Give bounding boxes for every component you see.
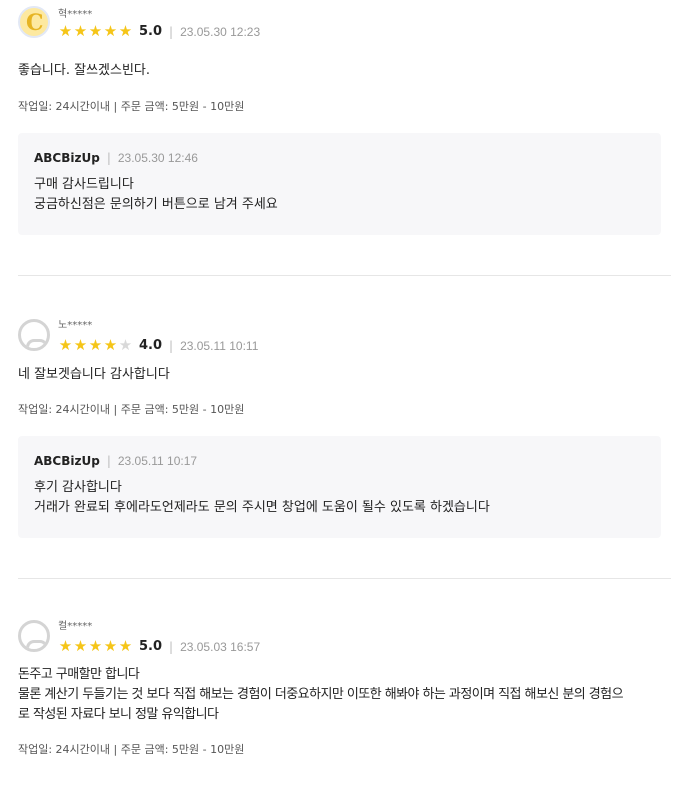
avatar: C [18, 6, 50, 38]
star-icon: ★ [58, 637, 73, 655]
reply-date: 23.05.11 10:17 [117, 454, 198, 468]
star-rating: ★ ★ ★ ★ ★ [58, 639, 133, 654]
star-icon: ★ [73, 637, 88, 655]
rating-score: 4.0 [139, 338, 163, 353]
review-text: 네 잘보겟습니다 감사합니다 [18, 365, 661, 385]
star-icon: ★ [103, 637, 118, 655]
review-text-line: 돈주고 구매할만 합니다 [18, 667, 140, 682]
reviewer-name: 혁***** [58, 9, 93, 20]
reply-author: ABCBizUp [34, 151, 100, 165]
star-icon: ★ [73, 336, 88, 354]
review-date: 23.05.30 12:23 [180, 24, 261, 39]
rating-row: ★ ★ ★ ★ ★ 5.0 | 23.05.03 16:57 [58, 639, 261, 655]
review-card: C 혁***** ★ ★ ★ ★ ★ 5.0 | 23.05.30 12:23 … [0, 0, 679, 235]
reply-header: ABCBizUp | 23.05.30 12:46 [34, 151, 645, 165]
reviewer-name: 컬***** [58, 621, 93, 632]
star-rating: ★ ★ ★ ★ ★ [58, 338, 133, 353]
reply-date: 23.05.30 12:46 [117, 151, 198, 165]
star-icon: ★ [118, 22, 133, 40]
reply-text-line: 후기 감사합니다 [34, 480, 122, 495]
review-card: 컬***** ★ ★ ★ ★ ★ 5.0 | 23.05.03 16:57 돈주… [0, 579, 679, 757]
separator: | [106, 454, 111, 468]
star-icon: ★ [88, 637, 103, 655]
review-text: 돈주고 구매할만 합니다 물론 계산기 두들기는 것 보다 직접 해보는 경험이… [18, 665, 661, 725]
review-header: C 혁***** ★ ★ ★ ★ ★ 5.0 | 23.05.30 12:23 [18, 5, 661, 55]
star-icon: ★ [88, 22, 103, 40]
separator: | [169, 639, 174, 654]
star-icon: ★ [58, 336, 73, 354]
separator: | [169, 338, 174, 353]
review-text-line: 물론 계산기 두들기는 것 보다 직접 해보는 경험이 더중요하지만 이또한 해… [18, 687, 624, 702]
reply-text: 후기 감사합니다 거래가 완료되 후에라도언제라도 문의 주시면 창업에 도움이… [34, 478, 645, 518]
reviewer-name: 노***** [58, 320, 93, 331]
review-text-line: 좋습니다. 잘쓰겠스빈다. [18, 63, 150, 78]
rating-score: 5.0 [139, 24, 163, 39]
reply-header: ABCBizUp | 23.05.11 10:17 [34, 454, 645, 468]
star-empty-icon: ★ [118, 336, 133, 354]
review-header: 노***** ★ ★ ★ ★ ★ 4.0 | 23.05.11 10:11 [18, 318, 661, 358]
review-card: 노***** ★ ★ ★ ★ ★ 4.0 | 23.05.11 10:11 네 … [0, 276, 679, 538]
rating-score: 5.0 [139, 639, 163, 654]
reply-text: 구매 감사드립니다 궁금하신점은 문의하기 버튼으로 남겨 주세요 [34, 175, 645, 215]
review-date: 23.05.03 16:57 [180, 639, 261, 654]
star-icon: ★ [103, 22, 118, 40]
star-icon: ★ [58, 22, 73, 40]
review-text: 좋습니다. 잘쓰겠스빈다. [18, 61, 661, 81]
avatar [18, 319, 50, 351]
seller-reply: ABCBizUp | 23.05.30 12:46 구매 감사드립니다 궁금하신… [18, 133, 661, 235]
reply-text-line: 궁금하신점은 문의하기 버튼으로 남겨 주세요 [34, 197, 278, 212]
rating-row: ★ ★ ★ ★ ★ 4.0 | 23.05.11 10:11 [58, 338, 259, 354]
star-icon: ★ [118, 637, 133, 655]
star-icon: ★ [88, 336, 103, 354]
review-header: 컬***** ★ ★ ★ ★ ★ 5.0 | 23.05.03 16:57 [18, 619, 661, 659]
order-meta: 작업일: 24시간이내 | 주문 금액: 5만원 - 10만원 [18, 403, 245, 416]
reply-author: ABCBizUp [34, 454, 100, 468]
star-icon: ★ [103, 336, 118, 354]
avatar [18, 620, 50, 652]
reply-text-line: 거래가 완료되 후에라도언제라도 문의 주시면 창업에 도움이 될수 있도록 하… [34, 500, 490, 515]
seller-reply: ABCBizUp | 23.05.11 10:17 후기 감사합니다 거래가 완… [18, 436, 661, 538]
separator: | [169, 24, 174, 39]
order-meta: 작업일: 24시간이내 | 주문 금액: 5만원 - 10만원 [18, 743, 245, 756]
star-rating: ★ ★ ★ ★ ★ [58, 24, 133, 39]
reply-text-line: 구매 감사드립니다 [34, 177, 134, 192]
review-text-line: 로 작성된 자료다 보니 정말 유익합니다 [18, 707, 219, 722]
rating-row: ★ ★ ★ ★ ★ 5.0 | 23.05.30 12:23 [58, 24, 261, 40]
star-icon: ★ [73, 22, 88, 40]
order-meta: 작업일: 24시간이내 | 주문 금액: 5만원 - 10만원 [18, 100, 245, 113]
review-date: 23.05.11 10:11 [180, 338, 259, 353]
separator: | [106, 151, 111, 165]
review-text-line: 네 잘보겟습니다 감사합니다 [18, 367, 170, 382]
